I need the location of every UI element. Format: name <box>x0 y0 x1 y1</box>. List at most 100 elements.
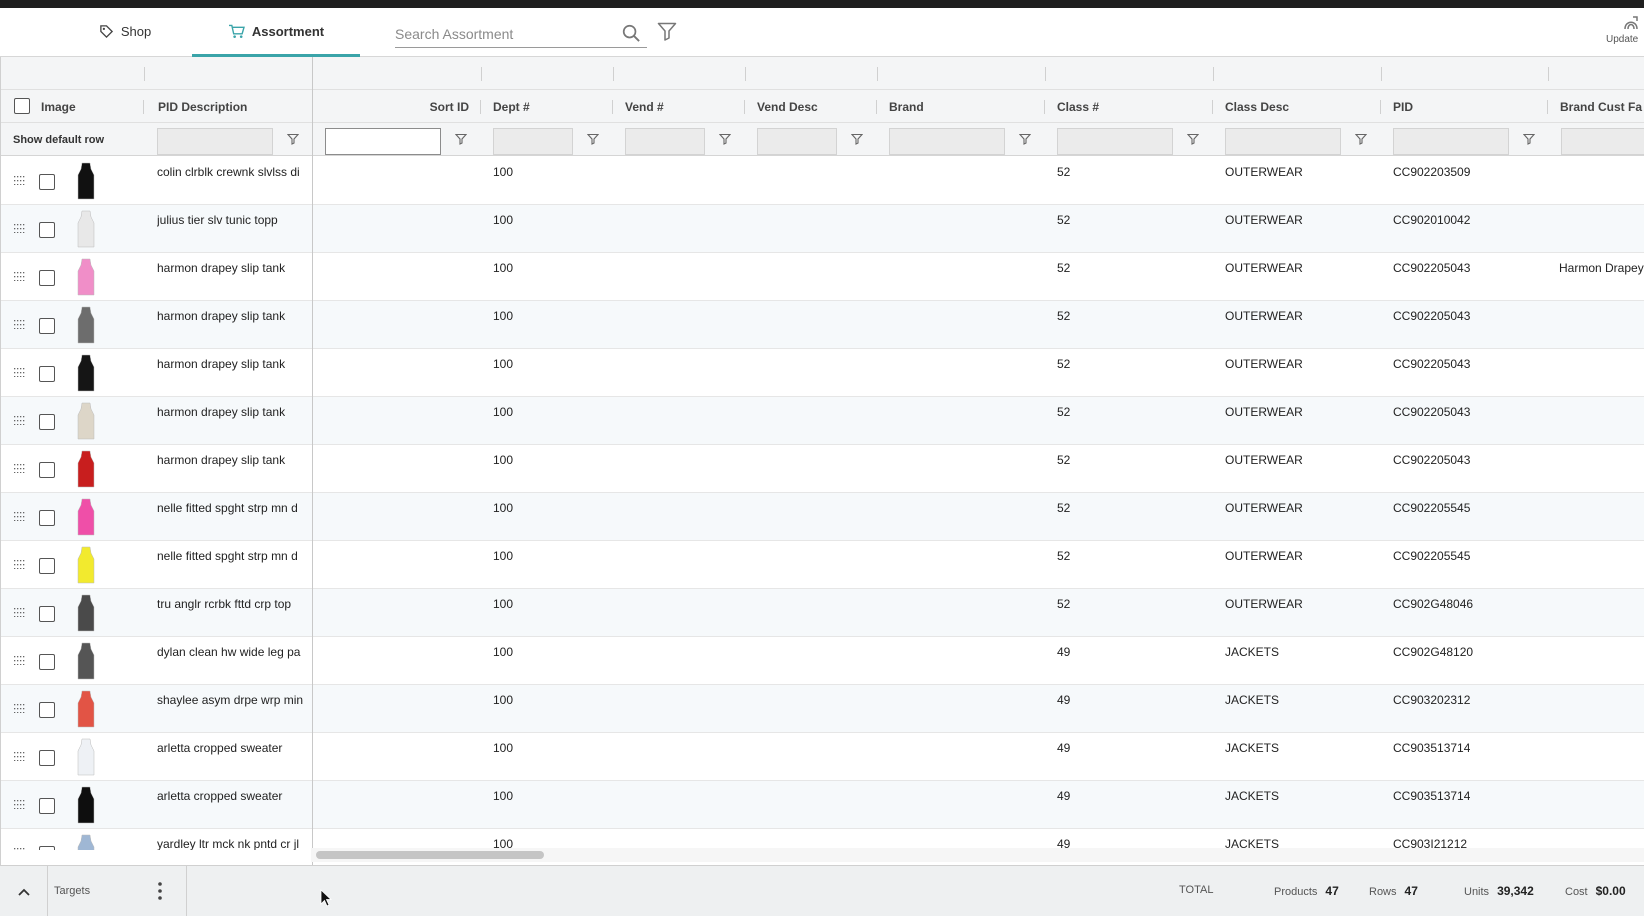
header-brand[interactable]: Brand <box>877 90 1045 123</box>
row-checkbox[interactable] <box>39 798 55 814</box>
row-checkbox[interactable] <box>39 702 55 718</box>
column-filter-icon[interactable] <box>1355 133 1367 145</box>
drag-handle-icon[interactable] <box>13 464 25 473</box>
column-filter-icon[interactable] <box>1019 133 1031 145</box>
targets-label[interactable]: Targets <box>54 885 90 897</box>
drag-handle-icon[interactable] <box>13 704 25 713</box>
product-thumbnail[interactable] <box>71 449 101 489</box>
column-filter-icon[interactable] <box>287 133 299 145</box>
column-filter-icon[interactable] <box>1187 133 1199 145</box>
row-checkbox[interactable] <box>39 222 55 238</box>
product-thumbnail[interactable] <box>71 689 101 729</box>
filter-input-brand[interactable] <box>889 128 1005 155</box>
header-image[interactable]: Image <box>1 90 144 123</box>
row-checkbox[interactable] <box>39 846 55 850</box>
table-row[interactable]: arletta cropped sweater 100 49 JACKETS CC903… <box>1 733 1644 781</box>
row-checkbox[interactable] <box>39 558 55 574</box>
drag-handle-icon[interactable] <box>13 608 25 617</box>
filter-input-brand-cust[interactable] <box>1561 128 1644 155</box>
row-checkbox[interactable] <box>39 654 55 670</box>
table-row[interactable]: harmon drapey slip tank 100 52 OUTERWEAR CC9… <box>1 397 1644 445</box>
row-checkbox[interactable] <box>39 174 55 190</box>
product-thumbnail[interactable] <box>71 161 101 201</box>
product-thumbnail[interactable] <box>71 785 101 825</box>
product-thumbnail[interactable] <box>71 641 101 681</box>
filter-input-pid-description[interactable] <box>157 128 273 155</box>
row-checkbox[interactable] <box>39 462 55 478</box>
filter-input-vend[interactable] <box>625 128 705 155</box>
product-thumbnail[interactable] <box>71 305 101 345</box>
table-row[interactable]: yardley ltr mck nk pntd cr jl 100 49 JACKET… <box>1 829 1644 850</box>
horizontal-scrollbar-thumb[interactable] <box>316 851 544 859</box>
update-button[interactable]: Update <box>1606 14 1644 54</box>
filter-input-class-num[interactable] <box>1057 128 1173 155</box>
filter-icon[interactable] <box>657 22 677 41</box>
column-filter-icon[interactable] <box>1523 133 1535 145</box>
row-checkbox[interactable] <box>39 270 55 286</box>
kebab-menu-icon[interactable] <box>157 881 163 901</box>
filter-input-class-desc[interactable] <box>1225 128 1341 155</box>
filter-input-dept[interactable] <box>493 128 573 155</box>
table-row[interactable]: harmon drapey slip tank 100 52 OUTERWEAR CC9… <box>1 349 1644 397</box>
table-row[interactable]: julius tier slv tunic topp 100 52 OUTERWEAR… <box>1 205 1644 253</box>
product-thumbnail[interactable] <box>71 833 101 850</box>
column-filter-icon[interactable] <box>851 133 863 145</box>
table-row[interactable]: harmon drapey slip tank 100 52 OUTERWEAR CC9… <box>1 301 1644 349</box>
header-class-num[interactable]: Class # <box>1045 90 1213 123</box>
table-row[interactable]: arletta cropped sweater 100 49 JACKETS CC903… <box>1 781 1644 829</box>
product-thumbnail[interactable] <box>71 353 101 393</box>
product-thumbnail[interactable] <box>71 545 101 585</box>
header-dept[interactable]: Dept # <box>481 90 613 123</box>
filter-input-vend-desc[interactable] <box>757 128 837 155</box>
drag-handle-icon[interactable] <box>13 800 25 809</box>
table-row[interactable]: nelle fitted spght strp mn d 100 52 OUTERWE… <box>1 541 1644 589</box>
header-class-desc[interactable]: Class Desc <box>1213 90 1381 123</box>
drag-handle-icon[interactable] <box>13 272 25 281</box>
table-row[interactable]: colin clrblk crewnk slvlss di 100 52 OUTERW… <box>1 157 1644 205</box>
header-pid[interactable]: PID <box>1381 90 1548 123</box>
drag-handle-icon[interactable] <box>13 368 25 377</box>
column-filter-icon[interactable] <box>587 133 599 145</box>
product-thumbnail[interactable] <box>71 257 101 297</box>
table-row[interactable]: tru anglr rcrbk fttd crp top 100 52 OUTERWE… <box>1 589 1644 637</box>
table-row[interactable]: dylan clean hw wide leg pa 100 49 JACKETS CC… <box>1 637 1644 685</box>
column-filter-icon[interactable] <box>719 133 731 145</box>
table-row[interactable]: harmon drapey slip tank 100 52 OUTERWEAR CC9… <box>1 445 1644 493</box>
table-row[interactable]: shaylee asym drpe wrp min 100 49 JACKETS CC9… <box>1 685 1644 733</box>
column-filter-icon[interactable] <box>455 133 467 145</box>
drag-handle-icon[interactable] <box>13 320 25 329</box>
filter-input-pid[interactable] <box>1393 128 1509 155</box>
drag-handle-icon[interactable] <box>13 224 25 233</box>
search-input[interactable] <box>395 20 615 47</box>
header-vend-desc[interactable]: Vend Desc <box>745 90 877 123</box>
expand-panel-button[interactable] <box>0 866 48 916</box>
drag-handle-icon[interactable] <box>13 848 25 850</box>
show-default-row-label[interactable]: Show default row <box>13 134 104 146</box>
drag-handle-icon[interactable] <box>13 752 25 761</box>
drag-handle-icon[interactable] <box>13 512 25 521</box>
row-checkbox[interactable] <box>39 414 55 430</box>
product-thumbnail[interactable] <box>71 737 101 777</box>
header-sort-id[interactable]: Sort ID <box>313 90 481 123</box>
row-checkbox[interactable] <box>39 366 55 382</box>
tab-assortment[interactable]: Assortment <box>192 8 360 57</box>
header-pid-description[interactable]: PID Description <box>144 90 312 123</box>
drag-handle-icon[interactable] <box>13 560 25 569</box>
drag-handle-icon[interactable] <box>13 416 25 425</box>
row-checkbox[interactable] <box>39 318 55 334</box>
header-brand-cust[interactable]: Brand Cust Fa <box>1548 90 1644 123</box>
product-thumbnail[interactable] <box>71 593 101 633</box>
tab-shop[interactable]: Shop <box>60 8 190 55</box>
table-row[interactable]: nelle fitted spght strp mn d 100 52 OUTERWE… <box>1 493 1644 541</box>
row-checkbox[interactable] <box>39 606 55 622</box>
product-thumbnail[interactable] <box>71 401 101 441</box>
drag-handle-icon[interactable] <box>13 176 25 185</box>
select-all-checkbox[interactable] <box>14 98 30 114</box>
drag-handle-icon[interactable] <box>13 656 25 665</box>
row-checkbox[interactable] <box>39 510 55 526</box>
header-vend[interactable]: Vend # <box>613 90 745 123</box>
row-checkbox[interactable] <box>39 750 55 766</box>
filter-input-sort-id[interactable] <box>325 128 441 155</box>
search-icon[interactable] <box>622 24 641 43</box>
product-thumbnail[interactable] <box>71 209 101 249</box>
